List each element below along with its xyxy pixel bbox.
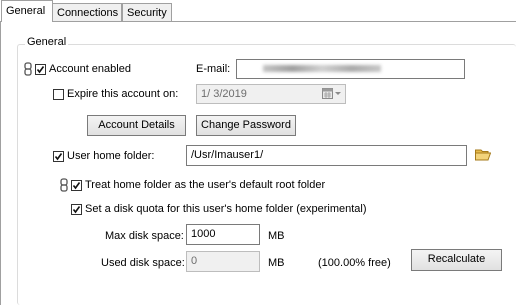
email-input[interactable]: [236, 59, 465, 79]
change-password-button[interactable]: Change Password: [196, 115, 296, 136]
disk-quota-label: Set a disk quota for this user's home fo…: [85, 203, 367, 215]
expire-account-checkbox[interactable]: [53, 89, 64, 100]
expire-date-picker[interactable]: 1/ 3/2019: [196, 84, 346, 104]
calendar-icon[interactable]: [322, 88, 342, 100]
max-disk-label: Max disk space:: [105, 230, 184, 242]
expire-account-label: Expire this account on:: [67, 88, 179, 100]
email-label: E-mail:: [196, 63, 231, 75]
used-disk-unit: MB: [268, 257, 285, 269]
treat-root-label: Treat home folder as the user's default …: [85, 179, 326, 191]
treat-root-checkbox[interactable]: [71, 180, 82, 191]
max-disk-unit: MB: [268, 230, 285, 242]
folder-icon[interactable]: [475, 148, 492, 161]
home-folder-checkbox[interactable]: [53, 151, 64, 162]
tab-general[interactable]: General: [1, 0, 53, 22]
home-folder-label: User home folder:: [67, 150, 155, 162]
disk-quota-checkbox[interactable]: [71, 204, 82, 215]
tab-connections[interactable]: Connections: [52, 3, 122, 21]
used-disk-label: Used disk space:: [101, 257, 185, 269]
link-icon-2: [60, 178, 68, 192]
link-icon: [24, 62, 32, 76]
account-details-button[interactable]: Account Details: [87, 115, 186, 136]
group-title: General: [25, 36, 69, 48]
tab-security[interactable]: Security: [122, 3, 172, 21]
used-disk-input: 0: [186, 251, 260, 272]
home-folder-input[interactable]: /Usr/Imauser1/: [186, 145, 467, 166]
disk-free-percent: (100.00% free): [318, 257, 391, 269]
recalculate-button[interactable]: Recalculate: [411, 249, 502, 271]
account-enabled-label: Account enabled: [49, 63, 131, 75]
tab-strip: General Connections Security: [0, 0, 516, 22]
max-disk-input[interactable]: 1000: [186, 224, 260, 245]
account-enabled-checkbox[interactable]: [35, 64, 46, 75]
redacted-email: [263, 65, 381, 72]
